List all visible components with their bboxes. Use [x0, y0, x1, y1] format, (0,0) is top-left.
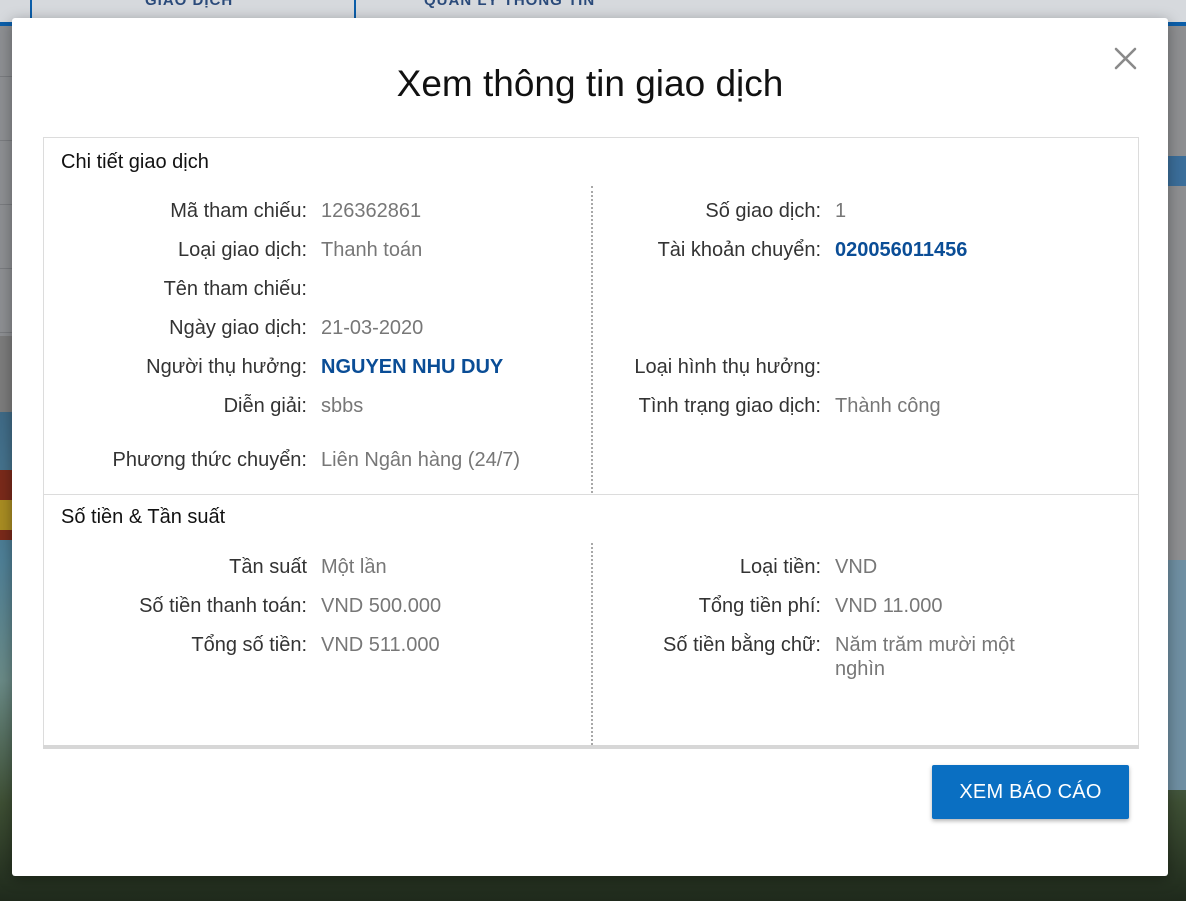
transaction-info-modal: Xem thông tin giao dịch Chi tiết giao dị… [12, 18, 1168, 876]
total-fee-label: Tổng tiền phí: [698, 595, 821, 617]
nav-separator [354, 0, 356, 18]
currency-label: Loại tiền: [739, 556, 821, 578]
amount-in-words-value: Năm trăm mười một nghìn [835, 634, 1015, 680]
panel-bottom-border [43, 745, 1139, 749]
modal-title: Xem thông tin giao dịch [396, 63, 784, 104]
amount-frequency-section: Số tiền & Tần suất Tần suất Một lần Loại… [44, 494, 1138, 745]
transaction-status-label: Tình trạng giao dịch: [638, 395, 821, 417]
currency-value: VND [835, 556, 878, 578]
transaction-status-value: Thành công [835, 395, 941, 417]
nav-separator [30, 0, 32, 18]
section-title: Chi tiết giao dịch [61, 151, 209, 173]
transfer-method-label: Phương thức chuyển: [112, 449, 307, 471]
transfer-method-value: Liên Ngân hàng (24/7) [321, 449, 521, 471]
transaction-details-section: Chi tiết giao dịch Mã tham chiếu: 126362… [44, 138, 1138, 494]
column-divider [591, 186, 593, 493]
nav-tab-info-management[interactable]: QUẢN LÝ THÔNG TIN [424, 0, 595, 9]
nav-tab-transactions[interactable]: GIAO DỊCH [145, 0, 233, 9]
view-report-button[interactable]: XEM BÁO CÁO [932, 765, 1129, 819]
transaction-date-label: Ngày giao dịch: [169, 317, 307, 339]
transaction-detail-panel: Chi tiết giao dịch Mã tham chiếu: 126362… [43, 137, 1139, 749]
beneficiary-type-label: Loại hình thụ hưởng: [634, 356, 821, 378]
transaction-date-value: 21-03-2020 [321, 317, 424, 339]
transaction-number-value: 1 [835, 200, 847, 222]
close-button[interactable] [1109, 42, 1143, 76]
transaction-number-label: Số giao dịch: [705, 200, 821, 222]
close-icon [1114, 47, 1137, 70]
reference-name-label: Tên tham chiếu: [163, 278, 307, 300]
source-account-label: Tài khoản chuyển: [657, 239, 821, 261]
section-title: Số tiền & Tần suất [61, 506, 226, 528]
source-account-link[interactable]: 020056011456 [835, 238, 967, 262]
amount-in-words-label: Số tiền bằng chữ: [663, 634, 821, 656]
total-fee-value: VND 11.000 [835, 595, 943, 617]
